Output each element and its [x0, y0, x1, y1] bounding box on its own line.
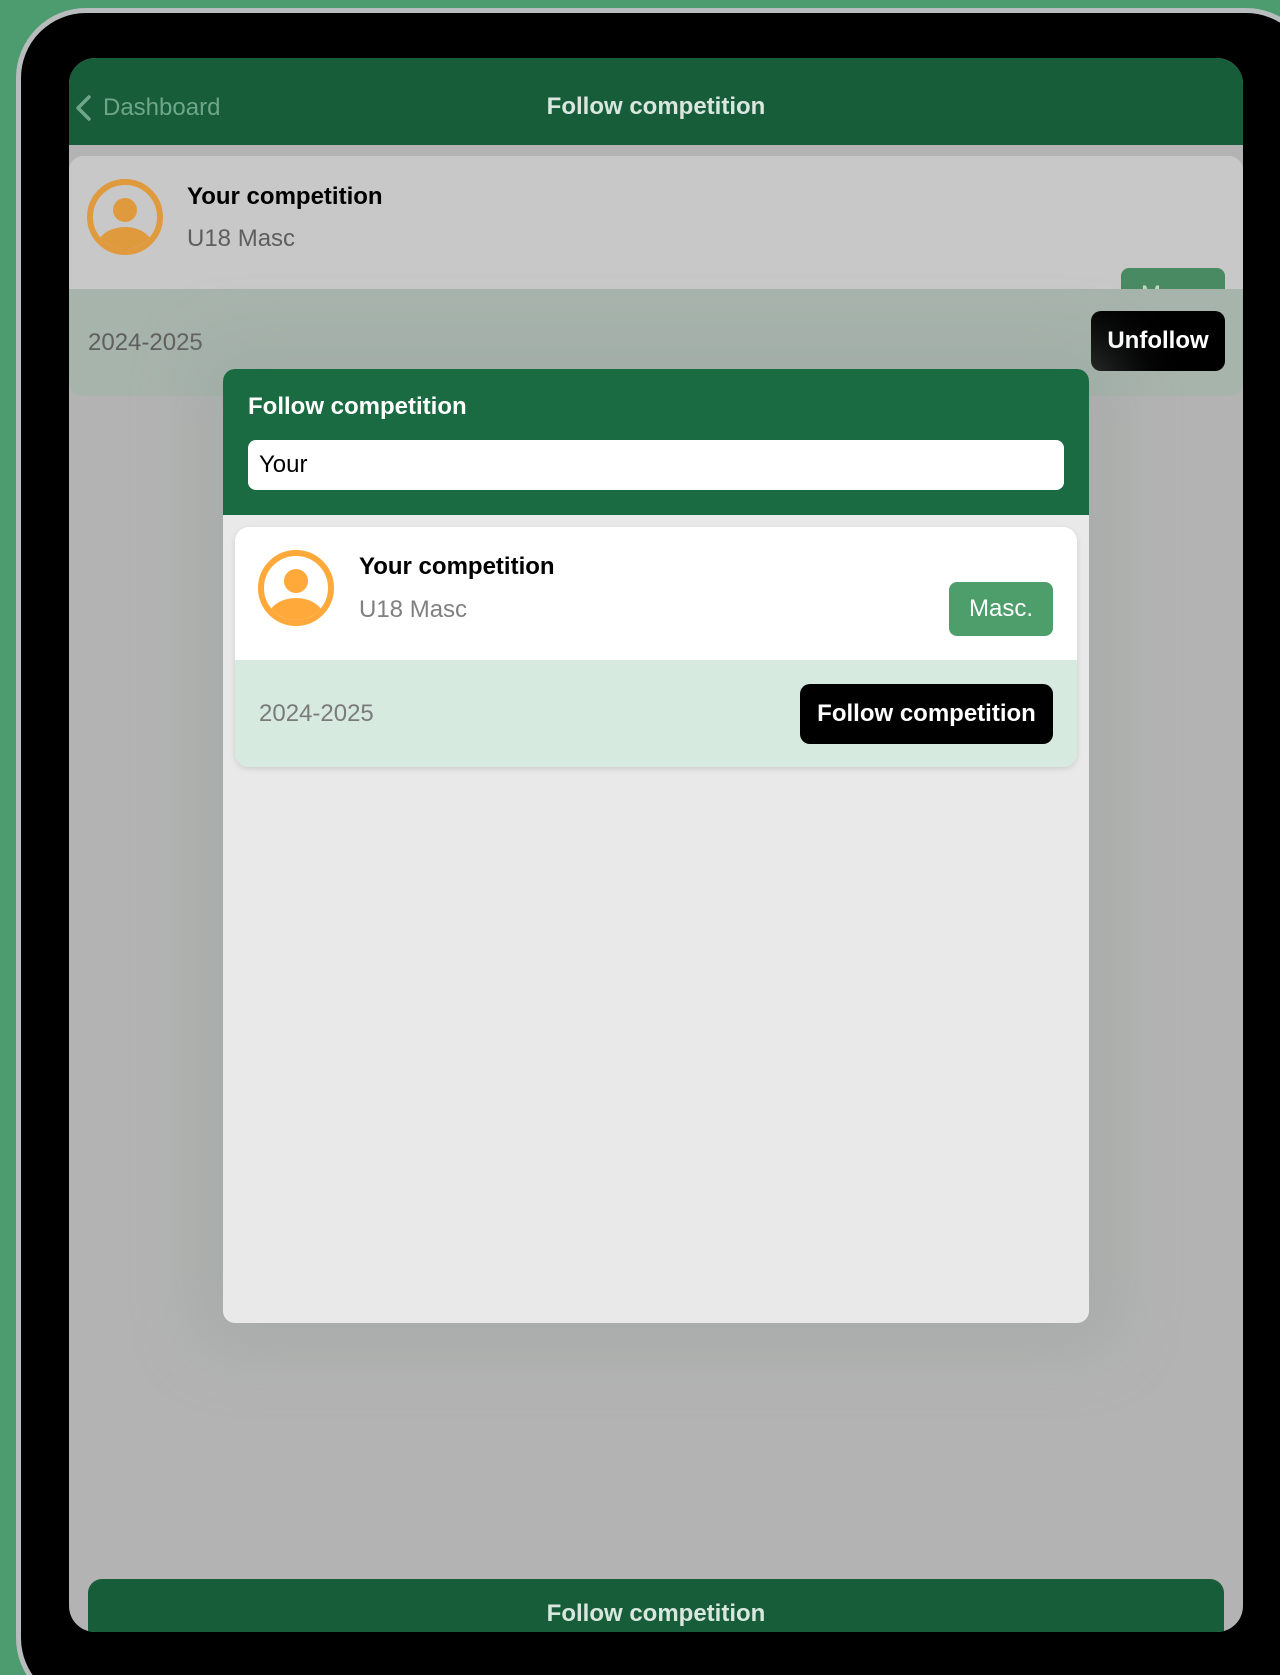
modal-header: Follow competition	[223, 369, 1089, 515]
follow-competition-modal: Follow competition Your competition U18 …	[223, 369, 1089, 1323]
competition-category: U18 Masc	[187, 225, 296, 252]
competition-title: Your competition	[187, 183, 383, 210]
modal-title: Follow competition	[248, 393, 467, 420]
footer-follow-button[interactable]: Follow competition	[88, 1579, 1224, 1632]
season-label: 2024-2025	[88, 329, 203, 356]
page-title: Follow competition	[546, 93, 766, 120]
search-input[interactable]	[248, 440, 1064, 490]
follow-competition-button[interactable]: Follow competition	[800, 684, 1053, 744]
app-screen: Dashboard Follow competition Your compet…	[69, 58, 1243, 1632]
season-label: 2024-2025	[259, 700, 374, 727]
followed-competition-card[interactable]: Your competition U18 Masc Masc. 2024-202…	[69, 156, 1243, 396]
result-category: U18 Masc	[359, 596, 468, 623]
competition-result-card[interactable]: Your competition U18 Masc Masc. 2024-202…	[235, 527, 1077, 767]
person-circle-icon	[258, 550, 334, 626]
navigation-bar: Dashboard Follow competition	[69, 58, 1243, 145]
result-title: Your competition	[359, 553, 555, 580]
unfollow-button[interactable]: Unfollow	[1091, 311, 1225, 371]
gender-tag: Masc.	[949, 582, 1053, 636]
person-circle-icon	[87, 179, 163, 255]
